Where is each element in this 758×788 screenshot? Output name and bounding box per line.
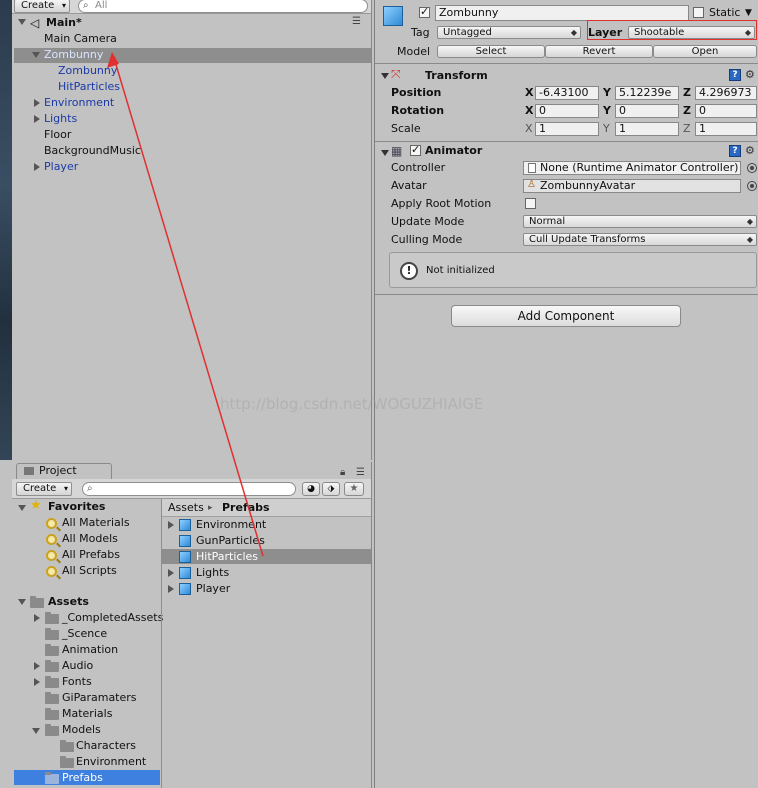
annotation-arrow-head — [107, 52, 119, 68]
annotation-arrow-line — [113, 57, 264, 557]
annotation-arrow — [107, 52, 264, 557]
